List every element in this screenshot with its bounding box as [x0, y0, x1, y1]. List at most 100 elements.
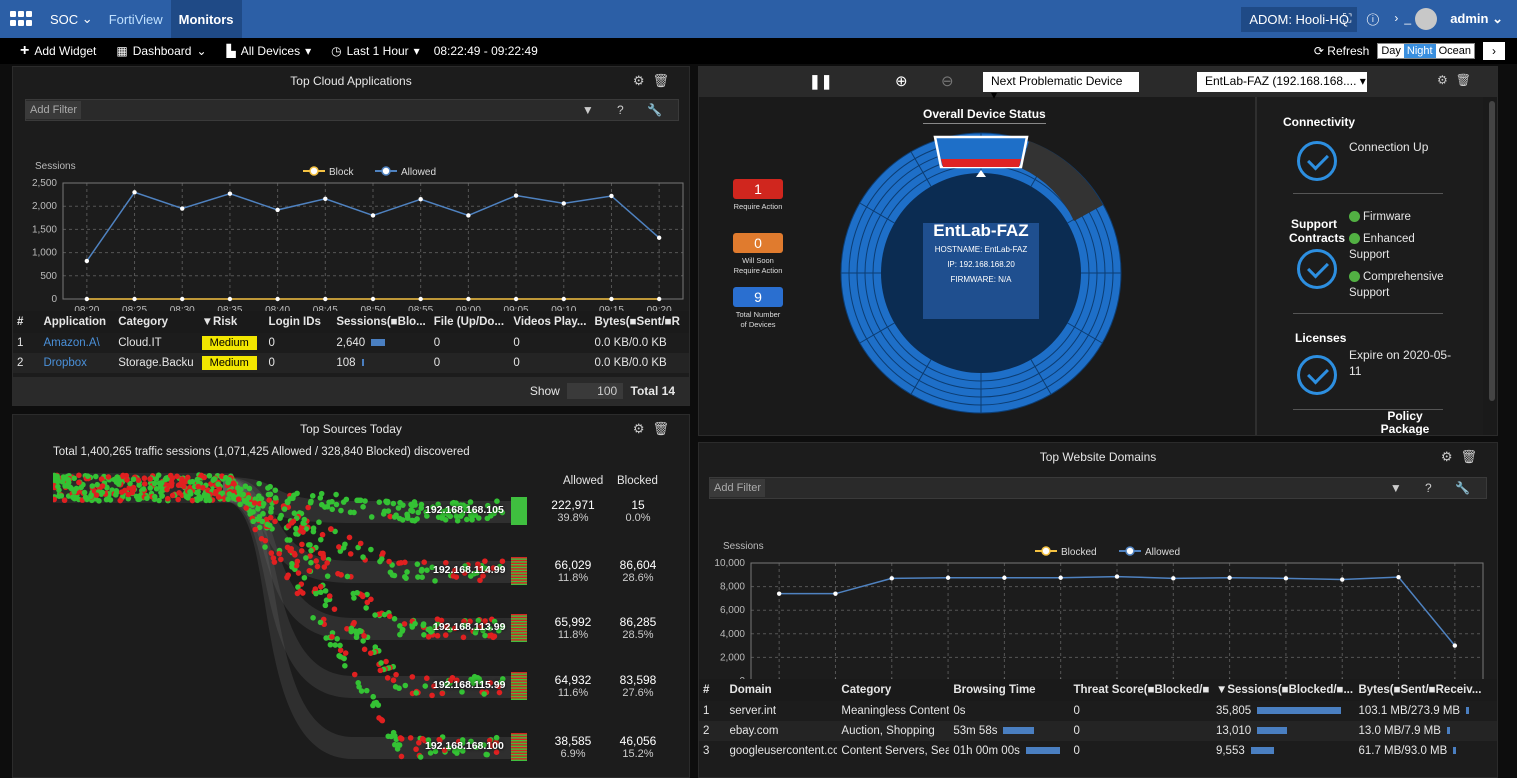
zoom-out-icon[interactable]: ⊖ — [941, 72, 954, 90]
column-header[interactable]: Threat Score(■Blocked/■ — [1069, 679, 1212, 701]
source-ip-label[interactable]: 192.168.168.100 — [425, 740, 504, 752]
panel-settings-icons[interactable]: ⚙🗑 — [1437, 73, 1479, 87]
session-dot — [286, 537, 293, 543]
session-dot — [158, 480, 165, 486]
device-count-box[interactable]: 0 Will Soon Require Action — [733, 233, 783, 276]
table-row[interactable]: 1 server.int Meaningless Content 0s 0 35,805 1… — [699, 701, 1497, 721]
table-row[interactable]: 2 ebay.com Auction, Shopping 53m 58s 0 13,010… — [699, 721, 1497, 741]
filter-tools-icons[interactable]: ▼ ? 🔧 — [582, 103, 672, 117]
theme-ocean[interactable]: Ocean — [1435, 44, 1474, 58]
add-filter-button[interactable]: Add Filter — [26, 101, 82, 119]
devices-menu[interactable]: ▙ All Devices ▾ — [227, 44, 312, 58]
session-dot — [187, 491, 194, 497]
add-filter-button[interactable]: Add Filter — [710, 479, 766, 497]
filter-bar[interactable]: Add Filter ▼ ? 🔧 — [709, 477, 1487, 499]
source-ip-label[interactable]: 192.168.168.105 — [425, 504, 504, 516]
x-tick-label: 09:00 — [456, 305, 481, 311]
session-dot — [307, 499, 314, 506]
nav-soc[interactable]: SOC ⌄ — [42, 0, 101, 38]
filter-tools-icons[interactable]: ▼ ? 🔧 — [1390, 481, 1480, 495]
session-dot — [194, 497, 201, 504]
source-ip-label[interactable]: 192.168.113.99 — [433, 621, 505, 633]
panel-settings-icons[interactable]: ⚙🗑 — [633, 67, 677, 95]
column-header[interactable]: Login IDs — [264, 311, 333, 333]
session-dot — [281, 506, 288, 512]
table-row[interactable]: 2 Dropbox Storage.Backu Medium 0 108 0 0 0.0 KB/… — [13, 353, 689, 373]
refresh-button[interactable]: ⟳ Refresh — [1314, 44, 1369, 58]
data-point — [418, 197, 423, 202]
session-dot — [344, 573, 351, 580]
session-dot — [347, 551, 354, 557]
zoom-in-icon[interactable]: ⊕ — [895, 72, 908, 90]
session-dot — [362, 498, 368, 504]
table-row[interactable]: 1 Amazon.A\ Cloud.IT Medium 0 2,640 0 0 0.0 KB/0… — [13, 333, 689, 353]
column-header[interactable]: Category — [837, 679, 950, 701]
pause-icon[interactable]: ❚❚ — [809, 73, 832, 90]
avatar[interactable] — [1415, 8, 1437, 30]
column-header[interactable]: ▼Risk — [197, 311, 265, 333]
column-header[interactable]: File (Up/Do... — [429, 311, 510, 333]
source-ip-label[interactable]: 192.168.115.99 — [433, 679, 505, 691]
session-dot — [319, 531, 326, 538]
data-point — [609, 193, 614, 199]
session-dot — [309, 493, 316, 499]
column-header[interactable]: Application — [39, 311, 115, 333]
column-header[interactable]: Browsing Time — [949, 679, 1070, 701]
panel-settings-icons[interactable]: ⚙🗑 — [1441, 443, 1485, 471]
column-header[interactable]: Videos Play... — [509, 311, 591, 333]
column-header[interactable]: Bytes(■Sent/■R — [590, 311, 689, 333]
data-point — [132, 296, 137, 302]
table-row[interactable]: 3 googleusercontent.cc Content Servers, Se… — [699, 741, 1497, 761]
top-icons[interactable]: ⛶ ⓘ ›_ — [1343, 11, 1417, 26]
session-dot — [278, 556, 284, 563]
sources-summary: Total 1,400,265 traffic sessions (1,071,… — [53, 446, 470, 458]
nav-monitors[interactable]: Monitors — [170, 0, 242, 38]
scrollbar[interactable] — [1489, 101, 1495, 401]
session-dot — [371, 700, 378, 706]
column-header[interactable]: Sessions(■Blo... — [332, 311, 430, 333]
session-dot — [333, 491, 339, 498]
theme-switch[interactable]: Day Night Ocean — [1377, 43, 1475, 59]
session-dot — [425, 633, 432, 640]
add-widget-button[interactable]: + Add Widget — [20, 42, 96, 60]
source-ip-label[interactable]: 192.168.114.99 — [433, 564, 505, 576]
data-point — [889, 576, 894, 581]
column-header[interactable]: Domain — [725, 679, 838, 701]
session-dot — [340, 545, 347, 551]
filter-bar[interactable]: Add Filter ▼ ? 🔧 — [25, 99, 679, 121]
app-menu-icon[interactable] — [10, 11, 32, 27]
y-tick-label: 2,000 — [32, 201, 57, 212]
user-menu[interactable]: admin ⌄ — [1450, 11, 1503, 27]
session-dot — [322, 504, 328, 510]
page-size-select[interactable]: 100 — [567, 383, 624, 399]
legend-label: Block — [329, 167, 354, 178]
expand-button[interactable]: › — [1483, 42, 1505, 60]
session-dot — [424, 675, 430, 682]
session-dot — [78, 484, 84, 491]
theme-night[interactable]: Night — [1403, 44, 1436, 58]
column-header[interactable]: Category — [114, 311, 198, 333]
column-header[interactable]: # — [13, 311, 40, 333]
adom-selector[interactable]: ADOM: Hooli-HQ — [1241, 7, 1357, 32]
column-header[interactable]: # — [699, 679, 726, 701]
theme-day[interactable]: Day — [1378, 44, 1404, 58]
column-header[interactable]: ▼Sessions(■Blocked/■... — [1211, 679, 1355, 701]
device-count-box[interactable]: 9 Total Number of Devices — [733, 287, 783, 330]
time-range-menu[interactable]: ◷ Last 1 Hour ▾ — [331, 44, 420, 58]
column-header[interactable]: Bytes(■Sent/■Receiv... — [1354, 679, 1497, 701]
session-dot — [216, 486, 222, 492]
next-problematic-device-select[interactable]: Next Problematic Device ▾ — [983, 72, 1139, 102]
device-count-box[interactable]: 1 Require Action — [733, 179, 783, 212]
session-dot — [225, 496, 231, 502]
nav-fortiview[interactable]: FortiView — [101, 0, 171, 38]
panel-settings-icons[interactable]: ⚙🗑 — [633, 415, 677, 443]
support-check-icon — [1297, 249, 1337, 289]
session-dot — [285, 523, 292, 529]
license-expiry: Expire on 2020-05-11 — [1349, 348, 1452, 378]
device-select[interactable]: EntLab-FAZ (192.168.168.... ▾ — [1197, 72, 1367, 92]
alert-segment — [941, 159, 1021, 167]
dashboard-menu[interactable]: ▦ Dashboard ⌄ — [116, 44, 206, 58]
session-dot — [255, 506, 261, 512]
y-tick-label: 2,000 — [720, 652, 745, 663]
target-bar-blocked — [511, 562, 527, 564]
